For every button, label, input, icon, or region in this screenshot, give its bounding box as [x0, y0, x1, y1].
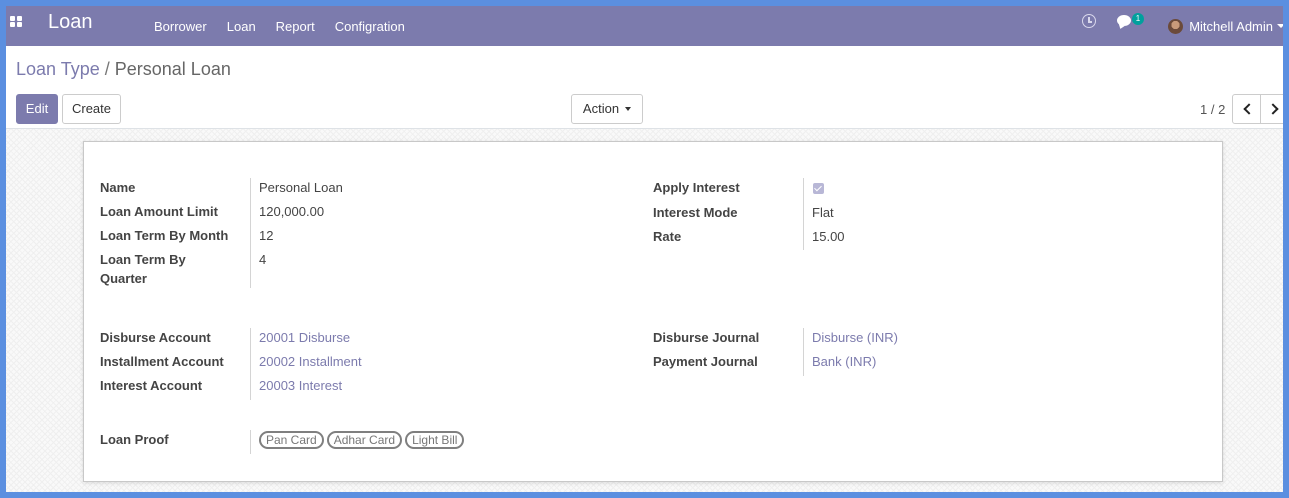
- divider: [803, 178, 804, 250]
- disburse-account-link[interactable]: 20001 Disburse: [259, 328, 350, 347]
- interest-mode-value: Flat: [812, 205, 834, 220]
- systray: 1 Mitchell Admin: [1082, 6, 1283, 46]
- user-name: Mitchell Admin: [1189, 18, 1273, 34]
- chat-count-badge: 1: [1132, 13, 1144, 25]
- edit-button[interactable]: Edit: [16, 94, 58, 124]
- tag-adhar-card[interactable]: Adhar Card: [326, 431, 403, 449]
- interest-mode-label: Interest Mode: [653, 205, 738, 220]
- apply-interest-checkbox: [813, 183, 824, 194]
- top-navbar: Loan Borrower Loan Report Configration 1…: [6, 6, 1283, 46]
- loan-proof-label: Loan Proof: [100, 432, 169, 447]
- disburse-journal-label: Disburse Journal: [653, 330, 760, 345]
- name-label: Name: [100, 180, 136, 195]
- action-dropdown-button[interactable]: Action: [571, 94, 643, 124]
- form-view: Name Personal Loan Loan Amount Limit 120…: [6, 129, 1283, 492]
- chevron-right-icon: [1267, 103, 1279, 115]
- payment-journal-label: Payment Journal: [653, 354, 758, 369]
- menu-item-configration[interactable]: Configration: [335, 19, 405, 34]
- installment-account-link[interactable]: 20002 Installment: [259, 352, 362, 371]
- breadcrumb: Loan Type / Personal Loan: [16, 59, 231, 80]
- menu-item-borrower[interactable]: Borrower: [154, 19, 207, 34]
- divider: [250, 328, 251, 400]
- pager-previous-button[interactable]: [1232, 94, 1261, 124]
- caret-down-icon: [1277, 24, 1283, 28]
- apps-icon[interactable]: [10, 16, 23, 28]
- rate-label: Rate: [653, 229, 682, 244]
- payment-journal-link[interactable]: Bank (INR): [812, 352, 876, 371]
- breadcrumb-separator: /: [104, 59, 110, 79]
- loan-term-quarter-label-line2: Quarter: [100, 271, 147, 286]
- loan-amount-limit-value: 120,000.00: [259, 204, 325, 219]
- action-label: Action: [582, 101, 620, 116]
- create-button[interactable]: Create: [62, 94, 121, 124]
- loan-amount-limit-label: Loan Amount Limit: [100, 204, 218, 219]
- app-window: Loan Borrower Loan Report Configration 1…: [6, 6, 1283, 492]
- pager-next-button[interactable]: [1260, 94, 1283, 124]
- chat-icon[interactable]: [1117, 15, 1131, 26]
- menu-item-report[interactable]: Report: [276, 19, 315, 34]
- menu-item-loan[interactable]: Loan: [227, 19, 256, 34]
- breadcrumb-parent[interactable]: Loan Type: [16, 59, 100, 79]
- control-panel: Loan Type / Personal Loan Edit Create Acti…: [6, 46, 1283, 129]
- divider: [250, 178, 251, 288]
- disburse-journal-link[interactable]: Disburse (INR): [812, 328, 898, 347]
- pager-value[interactable]: 1 / 2: [1200, 102, 1225, 117]
- clock-icon[interactable]: [1082, 14, 1096, 28]
- app-brand[interactable]: Loan: [48, 11, 93, 34]
- form-sheet: Name Personal Loan Loan Amount Limit 120…: [83, 141, 1223, 482]
- tag-pan-card[interactable]: Pan Card: [259, 431, 324, 449]
- caret-down-icon: [625, 106, 632, 111]
- avatar: [1168, 18, 1184, 34]
- interest-account-label: Interest Account: [100, 378, 203, 393]
- main-menu: Borrower Loan Report Configration: [154, 6, 425, 46]
- disburse-account-label: Disburse Account: [100, 330, 211, 345]
- apply-interest-label: Apply Interest: [653, 180, 740, 195]
- loan-term-quarter-value: 4: [259, 252, 267, 267]
- tag-light-bill[interactable]: Light Bill: [405, 431, 465, 449]
- divider: [250, 430, 251, 454]
- interest-account-link[interactable]: 20003 Interest: [259, 376, 342, 395]
- installment-account-label: Installment Account: [100, 354, 224, 369]
- loan-term-month-value: 12: [259, 228, 274, 243]
- name-value: Personal Loan: [259, 180, 343, 195]
- user-menu[interactable]: Mitchell Admin: [1168, 6, 1283, 46]
- loan-proof-tags: Pan Card Adhar Card Light Bill: [259, 431, 467, 449]
- divider: [803, 328, 804, 376]
- chevron-left-icon: [1243, 103, 1255, 115]
- loan-term-month-label: Loan Term By Month: [100, 228, 229, 243]
- rate-value: 15.00: [812, 229, 845, 244]
- loan-term-quarter-label-line1: Loan Term By: [100, 252, 186, 267]
- breadcrumb-current: Personal Loan: [114, 59, 231, 79]
